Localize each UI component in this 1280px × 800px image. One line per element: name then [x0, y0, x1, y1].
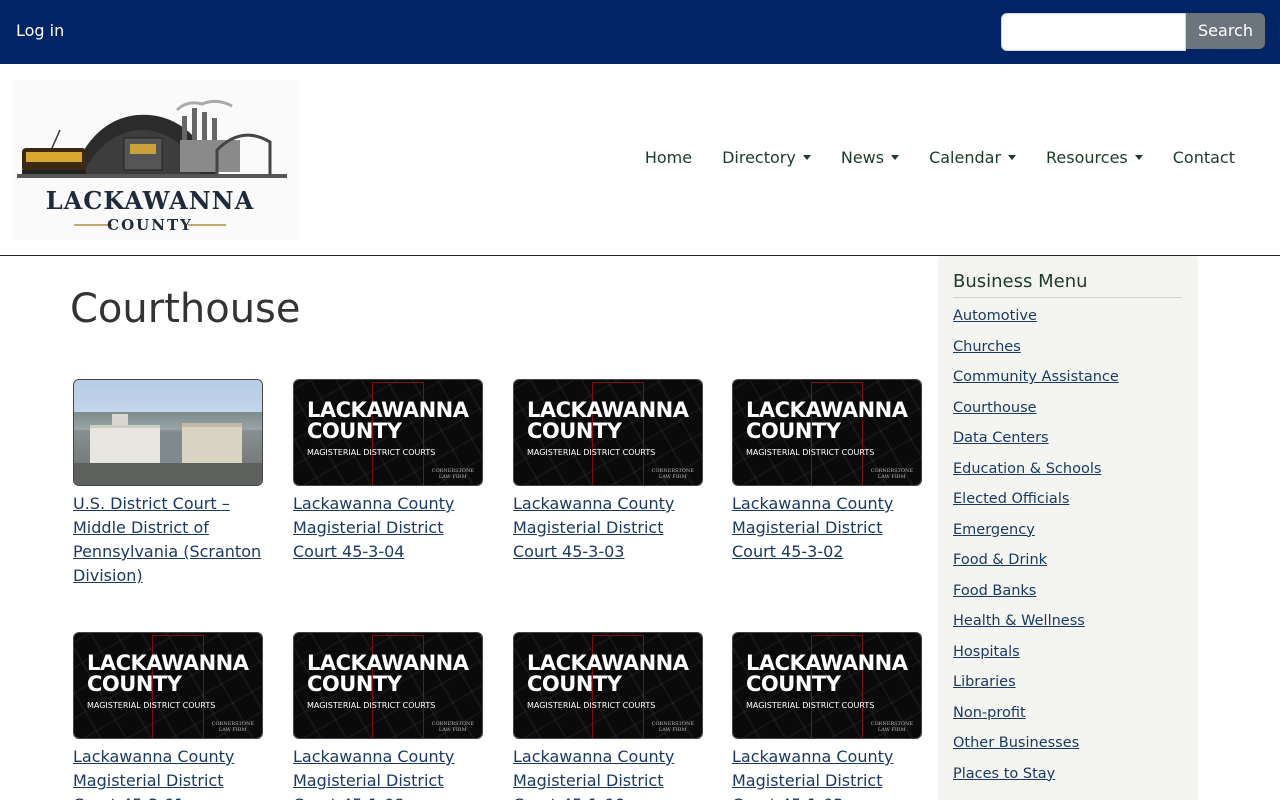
listing-card: LACKAWANNA COUNTY MAGISTERIAL DISTRICT COU…: [293, 632, 485, 800]
listing-thumbnail[interactable]: LACKAWANNA COUNTY MAGISTERIAL DISTRICT COU…: [73, 632, 263, 739]
page-title: Courthouse: [70, 286, 301, 332]
svg-text:COUNTY: COUNTY: [107, 216, 193, 234]
listing-thumbnail[interactable]: LACKAWANNA COUNTY MAGISTERIAL DISTRICT COU…: [732, 632, 922, 739]
main-nav: Home Directory News Calendar Resources C…: [630, 148, 1250, 167]
nav-calendar-label: Calendar: [929, 148, 1002, 167]
listing-card: LACKAWANNA COUNTY MAGISTERIAL DISTRICT COU…: [732, 632, 924, 800]
caret-down-icon: [891, 155, 900, 160]
sidebar-item: Food Banks: [953, 583, 1119, 614]
sidebar-link-community-assistance[interactable]: Community Assistance: [953, 369, 1119, 385]
sidebar-item: Food & Drink: [953, 552, 1119, 583]
search-input[interactable]: [1001, 13, 1186, 51]
listing-card: LACKAWANNA COUNTY MAGISTERIAL DISTRICT COU…: [513, 632, 705, 800]
nav-contact-label: Contact: [1172, 148, 1235, 167]
listing-card: LACKAWANNA COUNTY MAGISTERIAL DISTRICT COU…: [73, 632, 265, 800]
listing-thumbnail[interactable]: LACKAWANNA COUNTY MAGISTERIAL DISTRICT COU…: [293, 632, 483, 739]
login-link[interactable]: Log in: [16, 21, 64, 40]
sidebar-link-education-schools[interactable]: Education & Schools: [953, 461, 1101, 477]
sidebar-item: Places to Stay: [953, 766, 1119, 797]
search-button[interactable]: Search: [1186, 13, 1265, 49]
listing-thumbnail[interactable]: LACKAWANNA COUNTY MAGISTERIAL DISTRICT COU…: [513, 632, 703, 739]
listing-title-link[interactable]: Lackawanna County Magisterial District C…: [513, 745, 705, 800]
sidebar-link-hospitals[interactable]: Hospitals: [953, 644, 1020, 660]
listing-thumbnail[interactable]: LACKAWANNA COUNTY MAGISTERIAL DISTRICT COU…: [732, 379, 922, 486]
listing-thumbnail[interactable]: [73, 379, 263, 486]
sidebar-link-food-drink[interactable]: Food & Drink: [953, 552, 1047, 568]
listing-thumbnail[interactable]: LACKAWANNA COUNTY MAGISTERIAL DISTRICT COU…: [293, 379, 483, 486]
nav-resources-label: Resources: [1046, 148, 1128, 167]
sidebar-link-health-wellness[interactable]: Health & Wellness: [953, 613, 1085, 629]
sidebar-link-data-centers[interactable]: Data Centers: [953, 430, 1049, 446]
sidebar-item: Other Businesses: [953, 735, 1119, 766]
nav-directory[interactable]: Directory: [707, 148, 826, 167]
courthouse-photo: [74, 380, 262, 485]
sidebar-item: Automotive: [953, 308, 1119, 339]
listing-title-link[interactable]: Lackawanna County Magisterial District C…: [293, 492, 485, 564]
sidebar-link-food-banks[interactable]: Food Banks: [953, 583, 1036, 599]
listing-title-link[interactable]: Lackawanna County Magisterial District C…: [293, 745, 485, 800]
site-header: LACKAWANNA COUNTY Home Directory News Ca…: [0, 64, 1280, 256]
listing-title-link[interactable]: U.S. District Court – Middle District of…: [73, 492, 265, 588]
sidebar-link-libraries[interactable]: Libraries: [953, 674, 1016, 690]
listing-card: LACKAWANNA COUNTY MAGISTERIAL DISTRICT COU…: [293, 379, 485, 564]
caret-down-icon: [1134, 155, 1143, 160]
listing-title-link[interactable]: Lackawanna County Magisterial District C…: [513, 492, 705, 564]
nav-news[interactable]: News: [826, 148, 914, 167]
nav-news-label: News: [840, 148, 885, 167]
nav-calendar[interactable]: Calendar: [914, 148, 1031, 167]
listing-title-link[interactable]: Lackawanna County Magisterial District C…: [732, 745, 924, 800]
sidebar-item: Data Centers: [953, 430, 1119, 461]
sidebar-link-non-profit[interactable]: Non-profit: [953, 705, 1026, 721]
sidebar-item: Libraries: [953, 674, 1119, 705]
svg-text:LACKAWANNA: LACKAWANNA: [46, 186, 254, 215]
sidebar-link-emergency[interactable]: Emergency: [953, 522, 1035, 538]
caret-down-icon: [1008, 155, 1017, 160]
sidebar-link-automotive[interactable]: Automotive: [953, 308, 1037, 324]
sidebar-item: Churches: [953, 339, 1119, 370]
sidebar-item: Courthouse: [953, 400, 1119, 431]
sidebar-link-elected-officials[interactable]: Elected Officials: [953, 491, 1069, 507]
sidebar-item: Emergency: [953, 522, 1119, 553]
top-bar: Log in Search: [0, 0, 1280, 64]
caret-down-icon: [802, 155, 811, 160]
listing-card: U.S. District Court – Middle District of…: [73, 379, 265, 588]
listing-title-link[interactable]: Lackawanna County Magisterial District C…: [73, 745, 265, 800]
sidebar-link-other-businesses[interactable]: Other Businesses: [953, 735, 1079, 751]
sidebar-link-places-to-stay[interactable]: Places to Stay: [953, 766, 1055, 782]
nav-directory-label: Directory: [722, 148, 796, 167]
sidebar-item: Education & Schools: [953, 461, 1119, 492]
listing-title-link[interactable]: Lackawanna County Magisterial District C…: [732, 492, 924, 564]
business-menu-sidebar: Business Menu Automotive Churches Commun…: [938, 256, 1198, 800]
sidebar-item: Elected Officials: [953, 491, 1119, 522]
listing-thumbnail[interactable]: LACKAWANNA COUNTY MAGISTERIAL DISTRICT COU…: [513, 379, 703, 486]
sidebar-item: Health & Wellness: [953, 613, 1119, 644]
business-menu-list: Automotive Churches Community Assistance…: [953, 308, 1119, 796]
nav-home-label: Home: [644, 148, 693, 167]
nav-home[interactable]: Home: [630, 148, 707, 167]
listing-card: LACKAWANNA COUNTY MAGISTERIAL DISTRICT COU…: [513, 379, 705, 564]
nav-resources[interactable]: Resources: [1031, 148, 1158, 167]
sidebar-link-courthouse[interactable]: Courthouse: [953, 400, 1037, 416]
sidebar-item: Hospitals: [953, 644, 1119, 675]
sidebar-title: Business Menu: [953, 271, 1182, 298]
sidebar-item: Community Assistance: [953, 369, 1119, 400]
site-logo[interactable]: LACKAWANNA COUNTY: [12, 80, 300, 240]
sidebar-item: Non-profit: [953, 705, 1119, 736]
sidebar-link-churches[interactable]: Churches: [953, 339, 1021, 355]
listing-card: LACKAWANNA COUNTY MAGISTERIAL DISTRICT COU…: [732, 379, 924, 564]
nav-contact[interactable]: Contact: [1158, 148, 1250, 167]
